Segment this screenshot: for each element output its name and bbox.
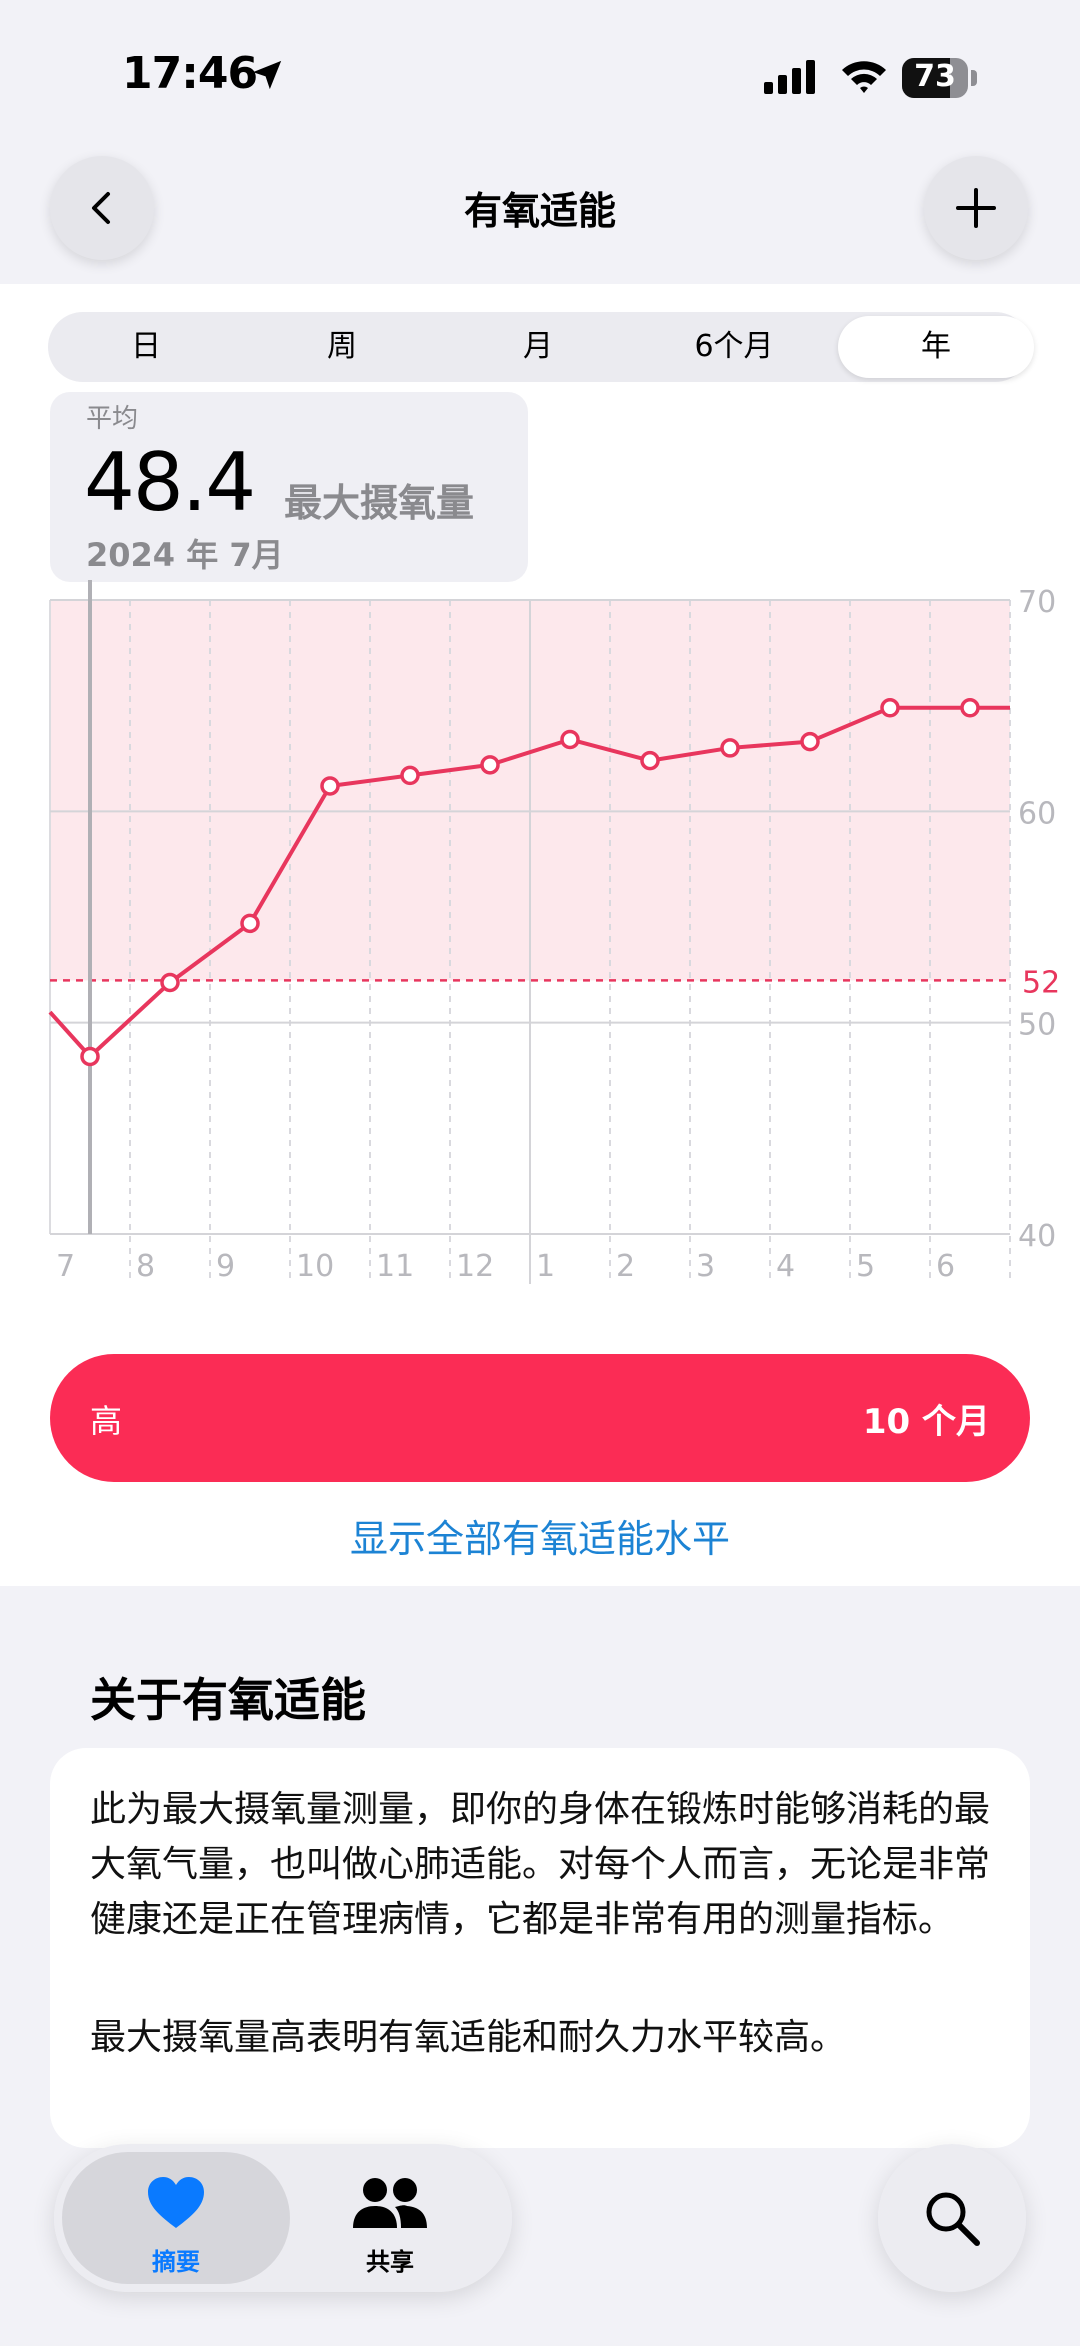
tab-bar: 摘要 共享	[54, 2144, 512, 2292]
about-paragraph-1: 此为最大摄氧量测量，即你的身体在锻炼时能够消耗的最大氧气量，也叫做心肺适能。对每…	[90, 1789, 991, 1940]
data-point	[640, 750, 660, 771]
data-point	[800, 731, 820, 752]
tab-sharing[interactable]: 共享	[276, 2152, 504, 2284]
search-icon	[926, 2192, 980, 2246]
about-paragraph-2: 最大摄氧量高表明有氧适能和耐久力水平较高。	[90, 2017, 847, 2058]
data-point	[960, 698, 980, 718]
data-point	[400, 765, 420, 786]
tab-sharing-label: 共享	[366, 2248, 414, 2276]
vo2max-line-chart[interactable]: 70605040527 8 9 10 11 12 1 2 3 4 5 6	[0, 0, 1080, 1300]
y-tick-label: 60	[1018, 796, 1056, 831]
x-tick-label: 7	[56, 1249, 75, 1284]
level-duration: 10 个月	[862, 1402, 990, 1442]
data-point	[80, 1046, 100, 1067]
x-tick-label: 10	[296, 1249, 334, 1284]
y-tick-label: 50	[1018, 1008, 1056, 1043]
y-tick-label: 70	[1018, 585, 1056, 620]
tab-summary[interactable]: 摘要	[62, 2152, 290, 2284]
fitness-level-bar[interactable]: 高 10 个月	[50, 1354, 1030, 1482]
x-tick-label: 2	[616, 1249, 635, 1284]
x-tick-label: 12	[456, 1249, 494, 1284]
people-icon	[353, 2178, 427, 2228]
data-point	[560, 729, 580, 750]
x-tick-label: 4	[776, 1249, 795, 1284]
x-tick-label: 11	[376, 1249, 414, 1284]
tab-summary-label: 摘要	[152, 2248, 200, 2276]
data-point	[320, 776, 340, 796]
level-name: 高	[90, 1402, 123, 1440]
data-point	[160, 972, 180, 993]
heart-icon	[148, 2177, 204, 2228]
data-point	[480, 755, 500, 775]
x-tick-label: 6	[936, 1249, 955, 1284]
data-point	[880, 698, 900, 718]
data-point	[720, 738, 740, 758]
x-tick-label: 9	[216, 1249, 235, 1284]
data-point	[240, 913, 260, 934]
x-tick-label: 3	[696, 1249, 715, 1284]
x-tick-label: 1	[536, 1249, 555, 1284]
x-tick-label: 8	[136, 1249, 155, 1284]
reference-line-label: 52	[1022, 965, 1060, 1000]
about-card: 此为最大摄氧量测量，即你的身体在锻炼时能够消耗的最大氧气量，也叫做心肺适能。对每…	[50, 1748, 1030, 2148]
x-tick-label: 5	[856, 1249, 875, 1284]
about-section-title: 关于有氧适能	[90, 1673, 366, 1727]
show-all-levels-link[interactable]: 显示全部有氧适能水平	[0, 1508, 1080, 1563]
search-button[interactable]	[878, 2144, 1026, 2292]
y-tick-label: 40	[1018, 1219, 1056, 1254]
